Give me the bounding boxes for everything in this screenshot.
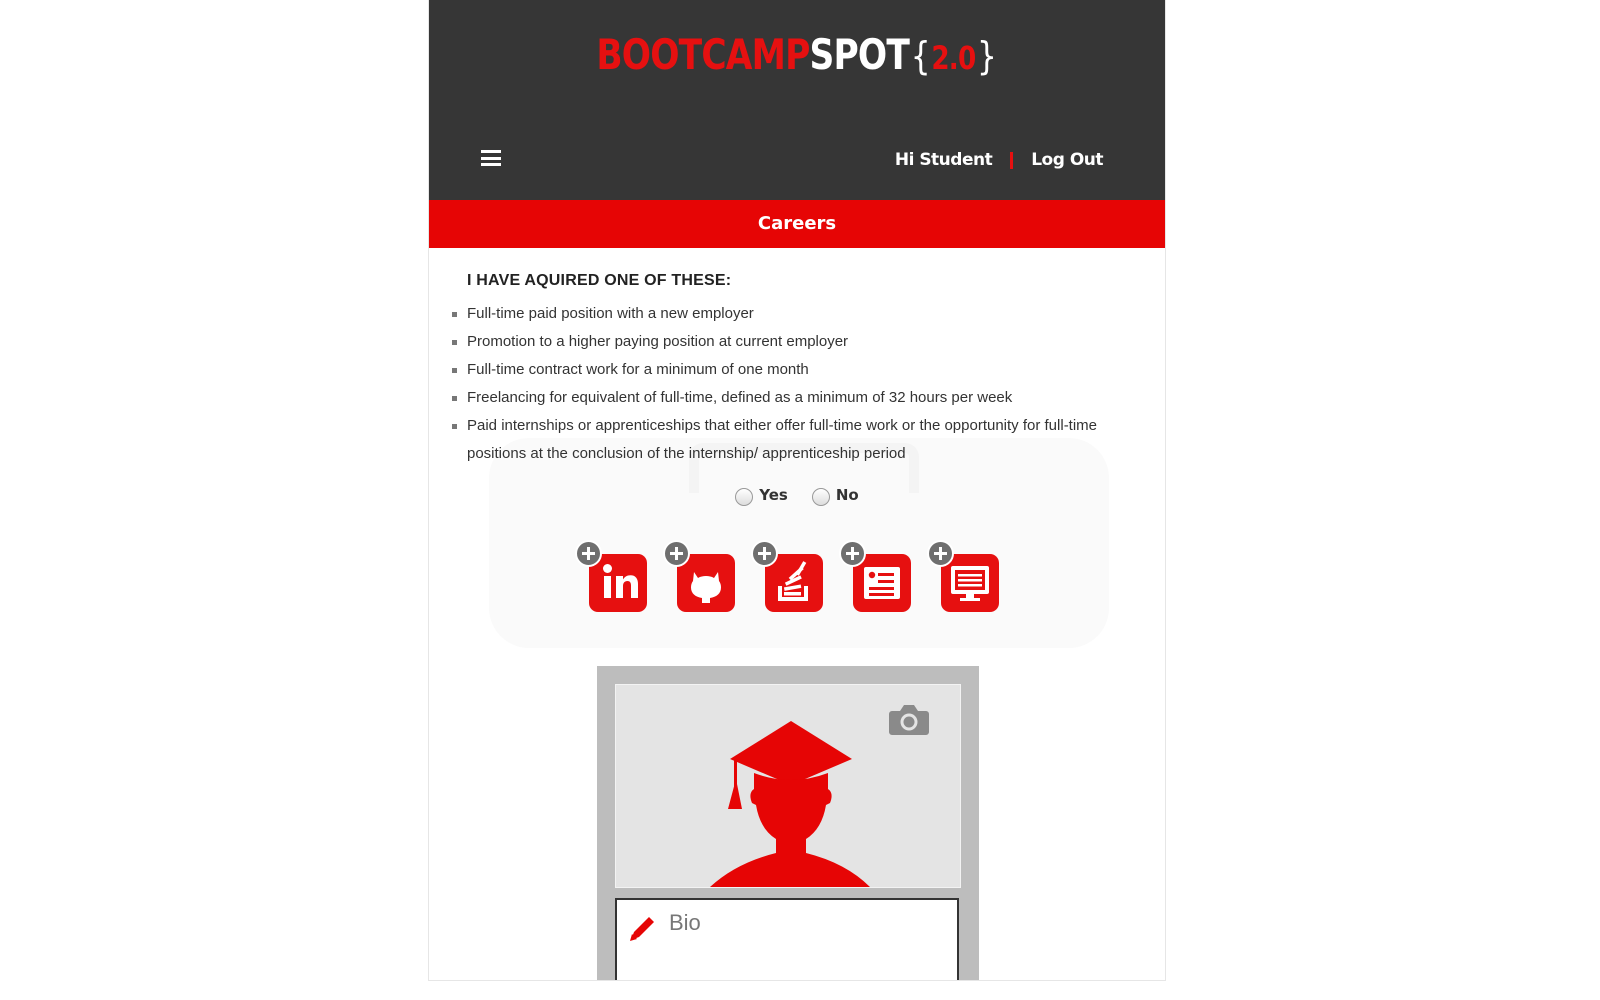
github-icon [691, 572, 721, 603]
pencil-icon [630, 917, 654, 941]
criteria-list: Full-time paid position with a new emplo… [452, 300, 1127, 468]
logo-brace-close: } [977, 34, 997, 78]
resume-icon [864, 567, 900, 599]
logo-version: 2.0 [931, 39, 976, 77]
portfolio-icon [951, 566, 989, 601]
add-linkedin-button[interactable] [575, 540, 647, 612]
bio-label: Bio [669, 910, 701, 935]
linkedin-icon [603, 564, 638, 598]
profile-photo[interactable] [615, 684, 961, 888]
add-portfolio-button[interactable] [927, 540, 999, 612]
radio-yes-label: Yes [759, 486, 788, 504]
list-item: Paid internships or apprenticeships that… [452, 412, 1127, 468]
careers-content: I HAVE AQUIRED ONE OF THESE: Full-time p… [429, 248, 1165, 980]
camera-icon[interactable] [888, 703, 930, 737]
hamburger-menu-icon[interactable] [481, 150, 501, 166]
greeting-link[interactable]: Hi Student [895, 150, 993, 170]
add-resume-button[interactable] [839, 540, 911, 612]
profile-card: Bio [597, 666, 979, 980]
app-frame: BOOTCAMPSPOT{2.0} Hi Student Log Out Car… [428, 0, 1166, 981]
site-header: BOOTCAMPSPOT{2.0} Hi Student Log Out [429, 0, 1165, 200]
add-github-button[interactable] [663, 540, 735, 612]
logout-link[interactable]: Log Out [1031, 150, 1103, 170]
list-item: Promotion to a higher paying position at… [452, 328, 1127, 356]
page-title-bar: Careers [429, 200, 1165, 248]
logo-brace-open: { [910, 34, 931, 78]
bio-field[interactable]: Bio [615, 898, 959, 980]
radio-yes-button[interactable] [735, 488, 754, 506]
radio-no-label: No [835, 486, 859, 504]
nav-separator [1010, 151, 1014, 169]
acquired-radio-group: Yes No [429, 484, 1165, 506]
list-item: Freelancing for equivalent of full-time,… [452, 384, 1127, 412]
user-nav: Hi Student Log Out [895, 150, 1104, 170]
logo-part-spot: SPOT [809, 30, 910, 79]
stackoverflow-icon [778, 561, 808, 601]
social-links-row [575, 540, 999, 612]
graduate-avatar-icon [710, 721, 870, 887]
logo-part-bootcamp: BOOTCAMP [596, 30, 810, 79]
radio-no[interactable]: No [811, 484, 859, 506]
bootcampspot-logo: BOOTCAMPSPOT{2.0} [495, 30, 1099, 79]
criteria-title: I HAVE AQUIRED ONE OF THESE: [467, 272, 732, 289]
list-item: Full-time contract work for a minimum of… [452, 356, 1127, 384]
add-stackoverflow-button[interactable] [751, 540, 823, 612]
page-title: Careers [757, 213, 837, 234]
list-item: Full-time paid position with a new emplo… [452, 300, 1127, 328]
radio-no-button[interactable] [811, 488, 830, 506]
radio-yes[interactable]: Yes [735, 484, 788, 506]
